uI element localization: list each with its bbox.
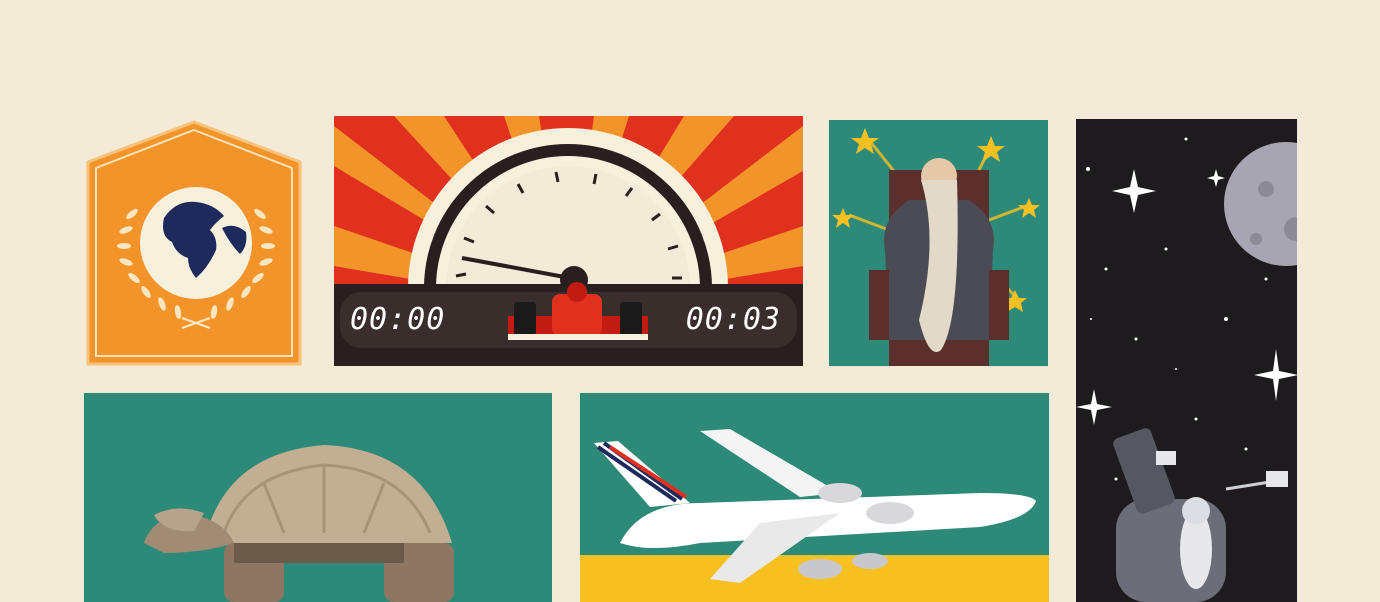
airliner-icon: [580, 393, 1049, 602]
tortoise-tile: [84, 393, 552, 602]
speedometer-tile: 00:00 00:03: [334, 116, 803, 366]
airplane-tile: [580, 393, 1049, 602]
globe-badge-tile: [84, 118, 304, 368]
giant-tortoise-icon: [84, 393, 552, 602]
timer-start: 00:00: [350, 302, 446, 337]
bearded-man-on-throne-icon: [829, 120, 1048, 366]
timer-end: 00:03: [685, 302, 781, 337]
astronaut-with-telescope-icon: [1076, 119, 1297, 602]
globe-laurel-badge-icon: [86, 120, 302, 366]
space-tile: [1076, 119, 1297, 602]
wizard-tile: [829, 120, 1048, 366]
